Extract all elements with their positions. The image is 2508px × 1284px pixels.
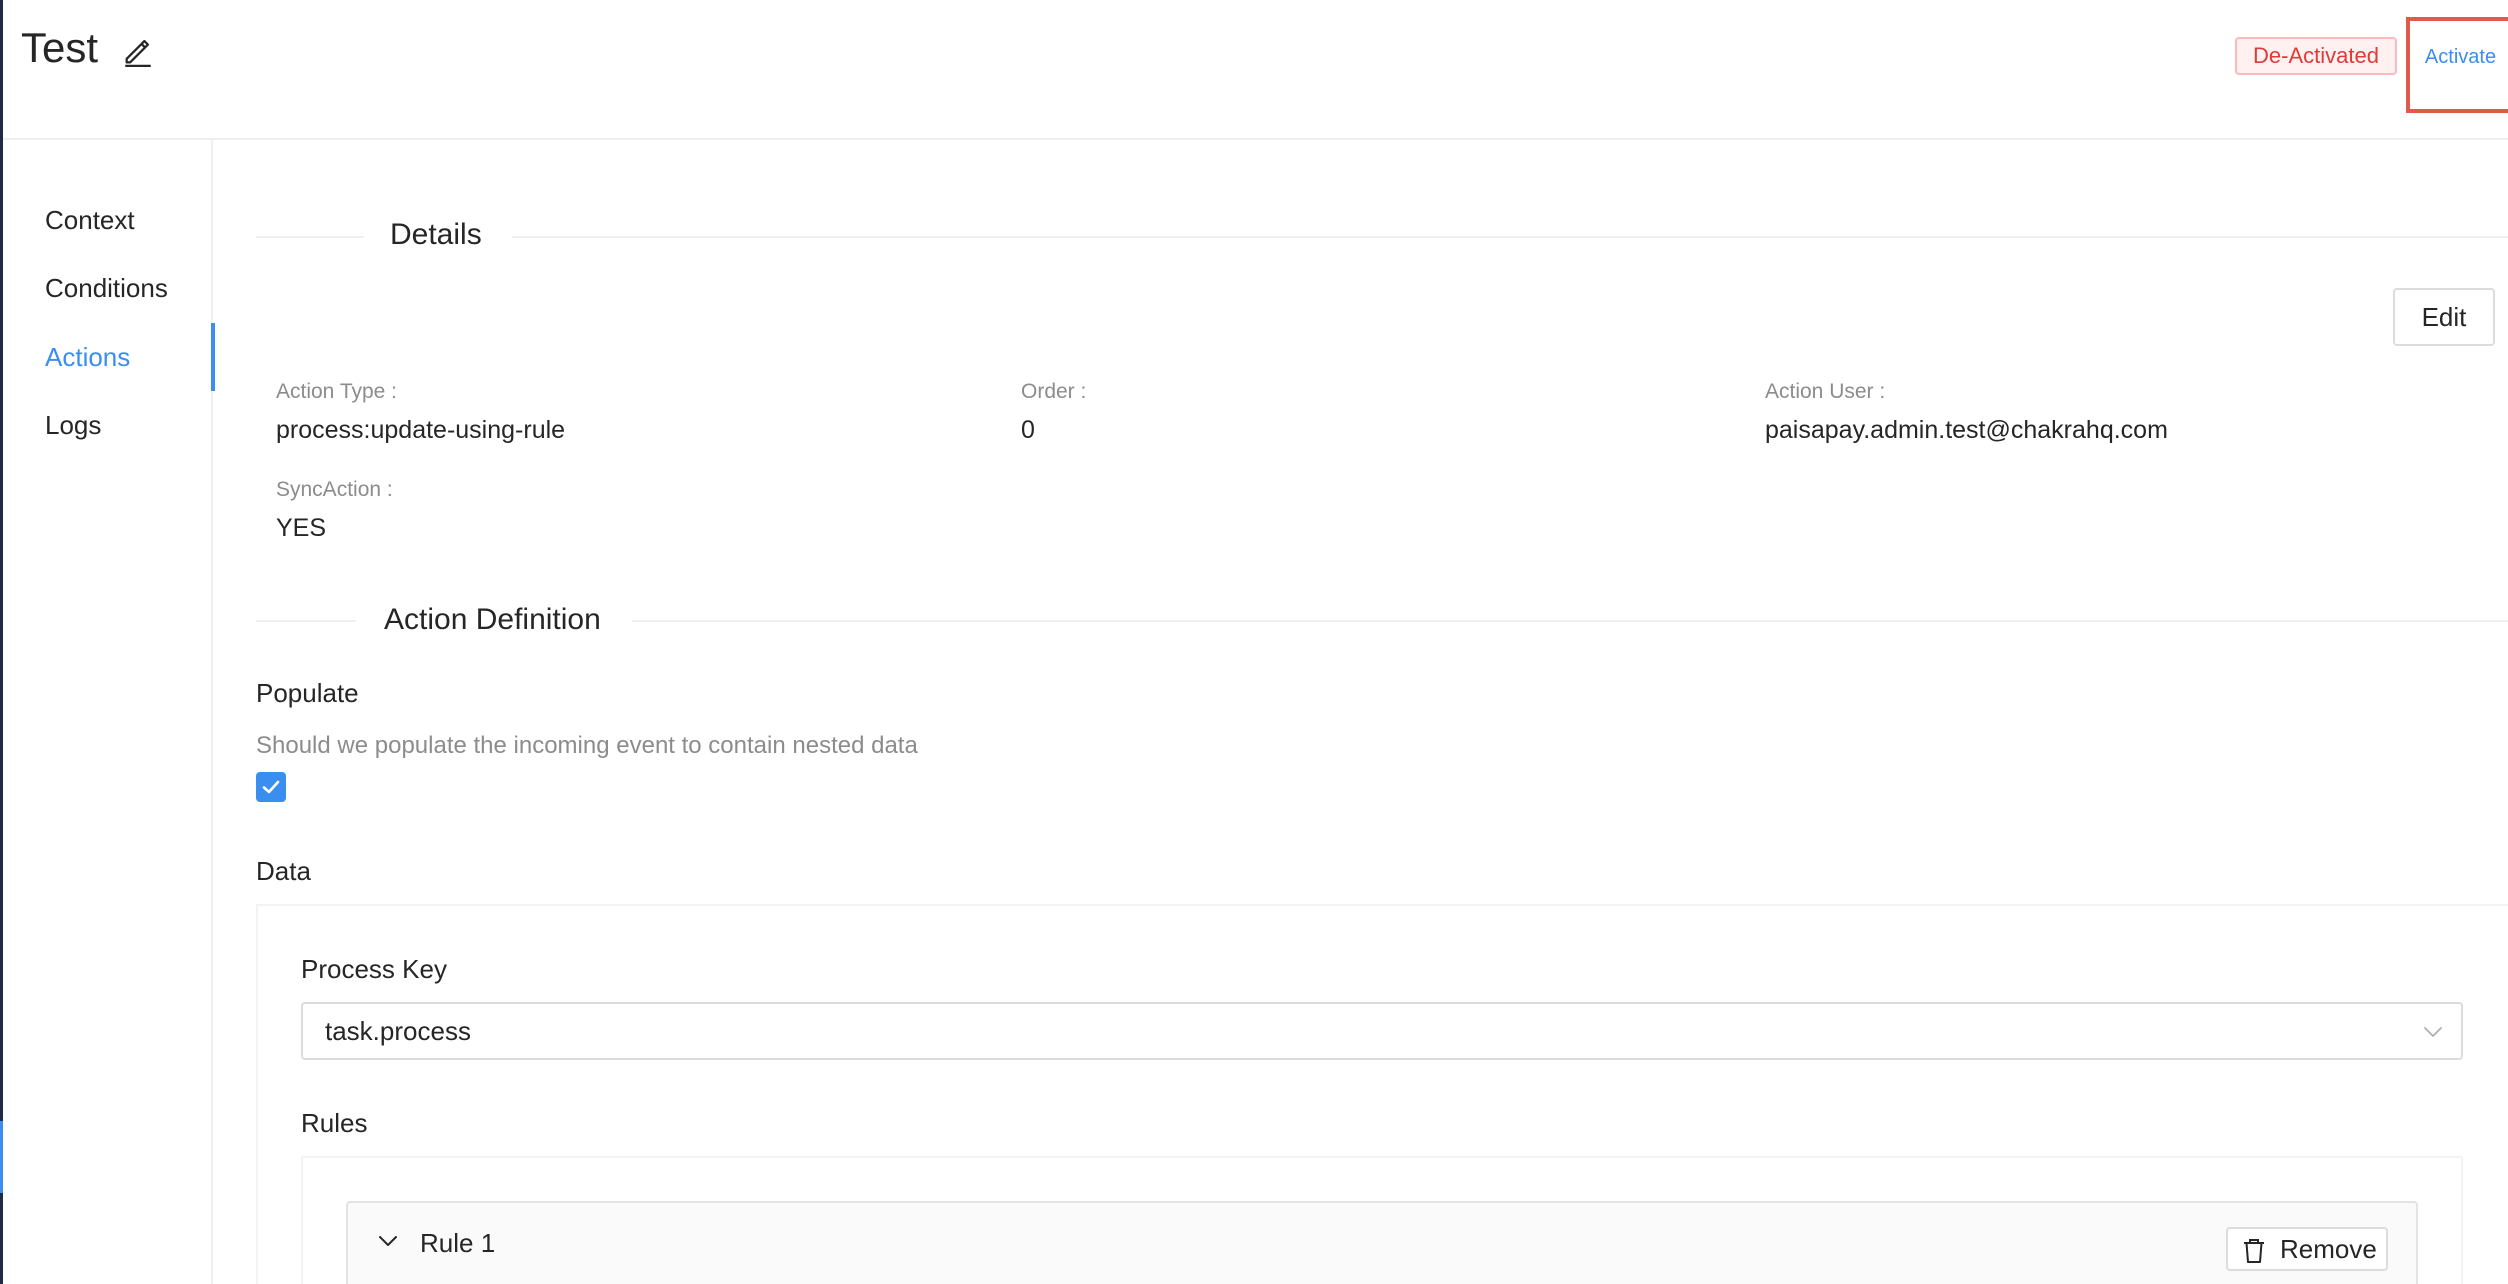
rule-card: Rule 1 Remove	[346, 1201, 2418, 1284]
pencil-icon[interactable]	[121, 34, 155, 68]
sidebar-item-logs[interactable]: Logs	[3, 391, 213, 459]
chevron-down-icon[interactable]	[376, 1229, 400, 1253]
sidebar-item-conditions[interactable]: Conditions	[3, 254, 213, 322]
action-definition-divider-left	[256, 620, 356, 622]
sidebar-item-actions[interactable]: Actions	[3, 323, 215, 391]
action-type-label: Action Type :	[276, 380, 398, 403]
rules-label: Rules	[301, 1108, 368, 1138]
populate-label: Populate	[256, 678, 359, 708]
remove-rule-button[interactable]: Remove	[2226, 1227, 2388, 1271]
action-definition-section-title: Action Definition	[384, 603, 601, 636]
populate-checkbox[interactable]	[256, 772, 286, 802]
activate-button[interactable]: Activate	[2413, 30, 2508, 84]
process-key-select[interactable]: task.process	[301, 1002, 2463, 1060]
action-type-value: process:update-using-rule	[276, 416, 566, 444]
page-header: Test De-Activated Activate	[3, 0, 2508, 140]
action-definition-divider-right	[632, 620, 2508, 622]
edit-button[interactable]: Edit	[2393, 288, 2495, 346]
sync-action-label: SyncAction :	[276, 478, 393, 501]
details-section-title: Details	[390, 218, 482, 251]
sidebar-nav: Context Conditions Actions Logs	[3, 140, 215, 1284]
action-user-label: Action User :	[1765, 380, 1886, 403]
remove-label: Remove	[2280, 1234, 2377, 1264]
details-divider-right	[512, 236, 2508, 238]
data-label: Data	[256, 856, 311, 886]
process-key-label: Process Key	[301, 954, 447, 984]
rule-title[interactable]: Rule 1	[420, 1203, 495, 1283]
trash-icon	[2244, 1239, 2264, 1263]
action-user-value: paisapay.admin.test@chakrahq.com	[1765, 416, 2168, 444]
page-title: Test	[21, 24, 99, 71]
chevron-down-icon	[2424, 1027, 2442, 1037]
populate-help-text: Should we populate the incoming event to…	[256, 732, 918, 759]
details-divider-left	[256, 236, 364, 238]
sync-action-value: YES	[276, 514, 327, 542]
process-key-value: task.process	[325, 1016, 471, 1046]
order-label: Order :	[1021, 380, 1087, 403]
status-badge: De-Activated	[2235, 37, 2397, 75]
order-value: 0	[1021, 416, 1035, 444]
checkmark-icon	[262, 780, 280, 794]
sidebar-item-context[interactable]: Context	[3, 186, 213, 254]
